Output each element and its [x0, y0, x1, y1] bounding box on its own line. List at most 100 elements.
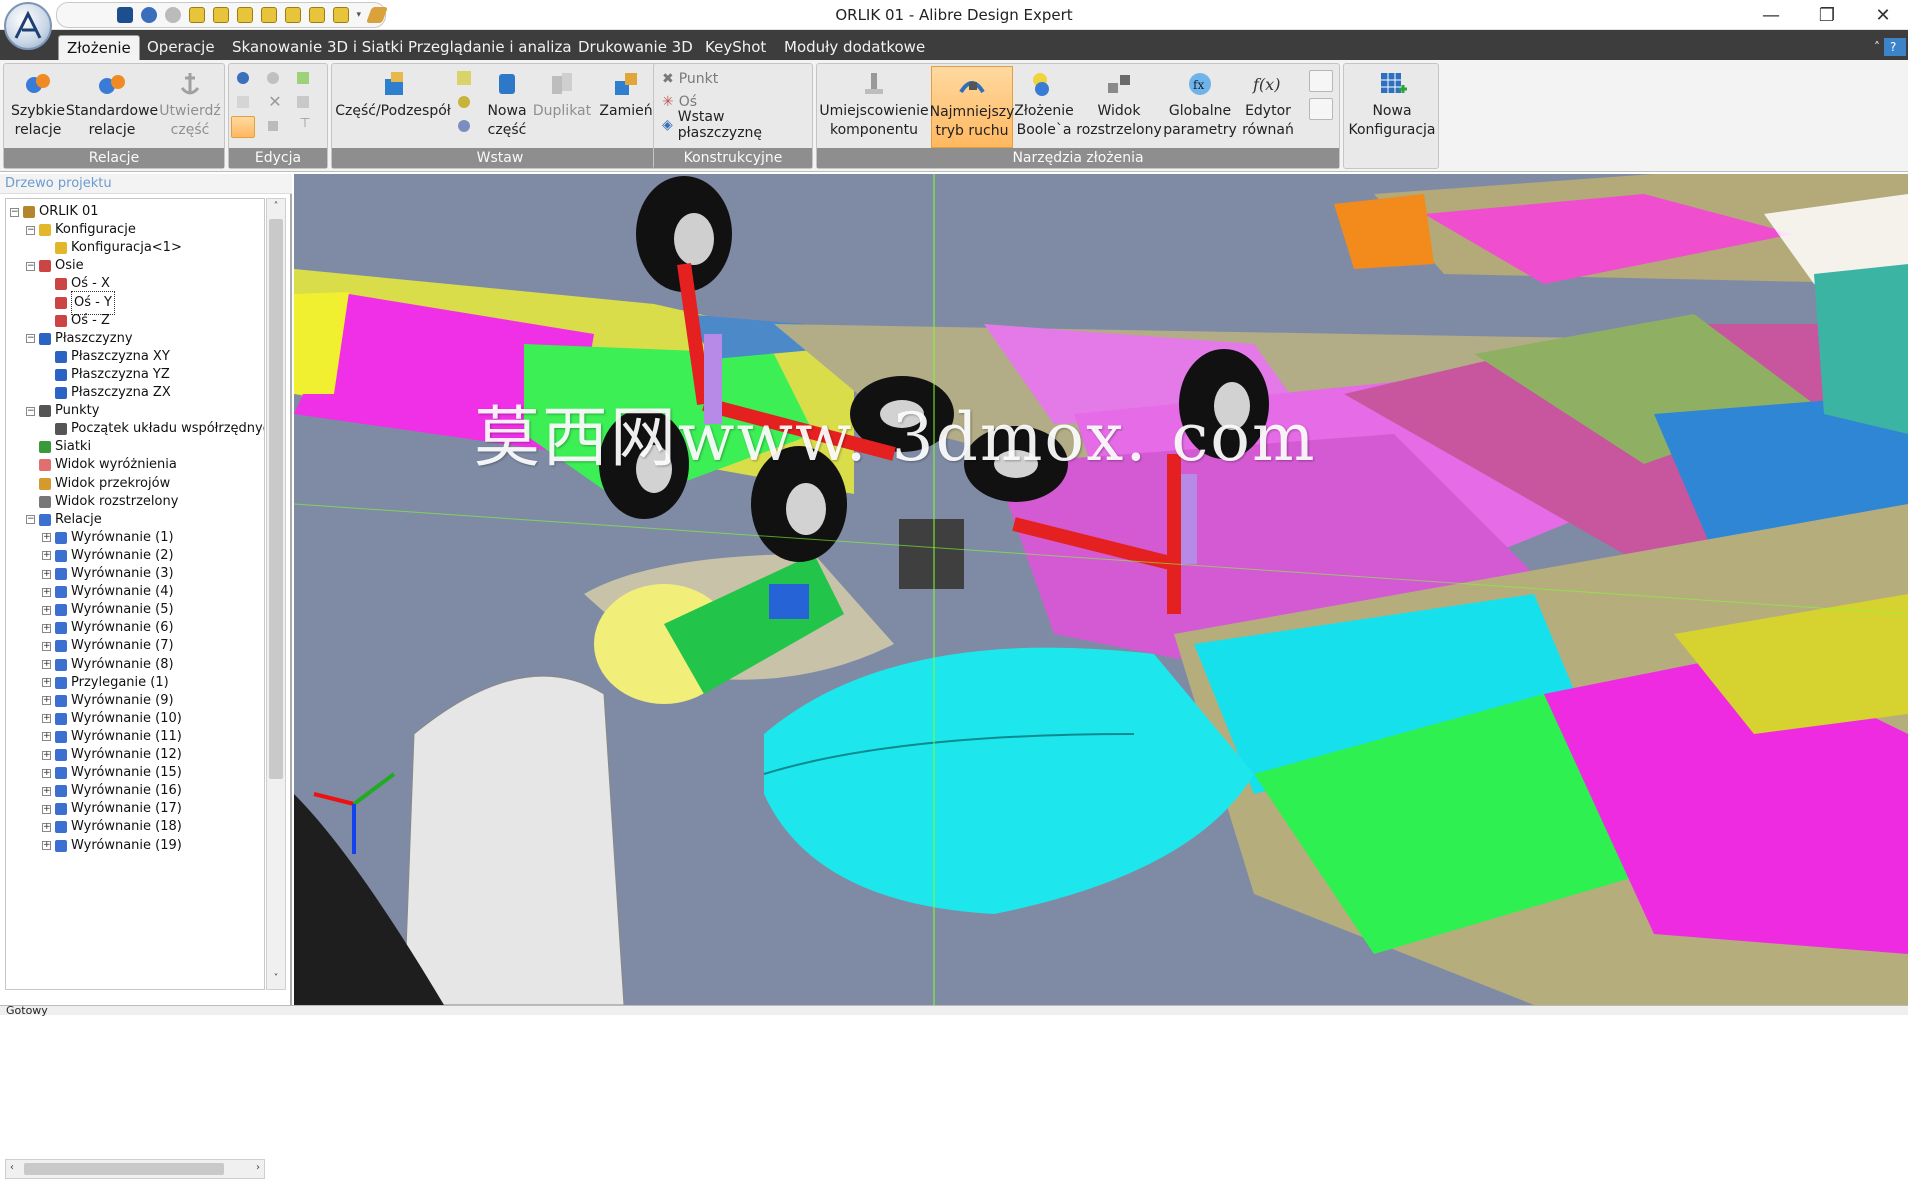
- constraint-icon: [55, 839, 67, 852]
- quick-constraints-button[interactable]: Szybkie relacje: [7, 66, 69, 148]
- cube-view-back-icon[interactable]: [308, 7, 325, 23]
- minimize-button[interactable]: —: [1748, 0, 1794, 30]
- aux-tool-icon[interactable]: [1309, 70, 1333, 92]
- expand-toggle-icon[interactable]: −: [26, 406, 35, 416]
- expand-toggle-icon[interactable]: −: [26, 225, 35, 235]
- scroll-left-icon[interactable]: ‹: [10, 1162, 14, 1173]
- cube-view-iso-icon[interactable]: [284, 7, 301, 23]
- mirror-icon[interactable]: [454, 116, 478, 138]
- global-parameters-button[interactable]: fx Globalne parametry: [1163, 66, 1237, 148]
- insert-plane-button[interactable]: ◈ Wstaw płaszczyznę: [662, 109, 812, 141]
- expand-toggle-icon[interactable]: +: [42, 804, 51, 814]
- copy-icon[interactable]: [233, 92, 257, 114]
- cube-view-icon[interactable]: [188, 7, 205, 23]
- tab-przegladanie[interactable]: Przeglądanie i analiza: [400, 35, 580, 60]
- expand-toggle-icon[interactable]: −: [26, 261, 35, 271]
- close-button[interactable]: ✕: [1860, 0, 1906, 30]
- 3d-viewport[interactable]: 莫西网www. 3dmox. com: [294, 174, 1908, 1005]
- sketch-pen-icon[interactable]: [366, 7, 388, 23]
- edit-green-icon[interactable]: [293, 68, 317, 90]
- maximize-button[interactable]: ❐: [1804, 0, 1850, 30]
- pattern-icon[interactable]: [454, 68, 478, 90]
- suppress-icon[interactable]: [263, 116, 287, 138]
- app-logo-button[interactable]: [4, 2, 52, 50]
- cube-view-top-icon[interactable]: [236, 7, 253, 23]
- tab-operacje[interactable]: Operacje: [139, 35, 223, 60]
- exploded-view-icon: [1108, 75, 1130, 93]
- expand-toggle-icon[interactable]: +: [42, 641, 51, 651]
- expand-toggle-icon[interactable]: +: [42, 533, 51, 543]
- save-icon[interactable]: [116, 7, 133, 23]
- tree-node[interactable]: + Wyrównanie (19): [42, 835, 182, 857]
- view-options-icon[interactable]: [332, 7, 349, 23]
- expand-toggle-icon[interactable]: +: [42, 660, 51, 669]
- tab-keyshot[interactable]: KeyShot: [697, 35, 774, 60]
- new-configuration-button[interactable]: Nowa Konfiguracja: [1348, 66, 1436, 148]
- mesh-icon: [39, 441, 51, 454]
- duplicate-button[interactable]: Duplikat: [532, 66, 592, 148]
- replace-label: Zamień: [599, 103, 653, 119]
- tree-vertical-scrollbar[interactable]: ˄ ˅: [266, 198, 286, 990]
- redo-icon[interactable]: [164, 7, 181, 23]
- insert-point-label: Punkt: [678, 71, 719, 87]
- scroll-right-icon[interactable]: ›: [256, 1162, 260, 1173]
- insert-point-button[interactable]: ✖ Punkt: [662, 69, 718, 89]
- tab-zlozenie[interactable]: Złożenie: [58, 35, 140, 60]
- hscroll-thumb[interactable]: [24, 1163, 224, 1175]
- expand-toggle-icon[interactable]: +: [42, 732, 51, 742]
- expand-toggle-icon[interactable]: +: [42, 678, 51, 688]
- equation-editor-button[interactable]: f(x) Edytor równań: [1237, 66, 1299, 148]
- aux-tool2-icon[interactable]: [1309, 98, 1333, 120]
- new-part-button[interactable]: Nowa część: [482, 66, 532, 148]
- scroll-down-icon[interactable]: ˅: [269, 973, 283, 987]
- place-component-label: Umiejscowienie komponentu: [819, 103, 929, 138]
- edit-gray-icon[interactable]: [263, 68, 287, 90]
- tree-horizontal-scrollbar[interactable]: ‹ ›: [5, 1159, 265, 1179]
- expand-toggle-icon[interactable]: +: [42, 768, 51, 778]
- replace-button[interactable]: Zamień: [594, 66, 658, 148]
- scroll-up-icon[interactable]: ˄: [269, 201, 283, 215]
- tab-skanowanie[interactable]: Skanowanie 3D i Siatki: [224, 35, 411, 60]
- standard-constraints-button[interactable]: Standardowe relacje: [66, 66, 158, 148]
- expand-toggle-icon[interactable]: +: [42, 696, 51, 706]
- assembly-model-render[interactable]: [294, 174, 1908, 1005]
- edit-blue-icon[interactable]: [233, 68, 257, 90]
- qat-dropdown-icon[interactable]: ▾: [357, 10, 362, 20]
- insert-part-button[interactable]: Część/Podzespół: [335, 66, 451, 148]
- expand-toggle-icon[interactable]: +: [42, 714, 51, 724]
- watermark-text: 莫西网www. 3dmox. com: [474, 399, 1317, 476]
- paste-icon[interactable]: [293, 92, 317, 114]
- tab-drukowanie[interactable]: Drukowanie 3D: [570, 35, 701, 60]
- place-component-button[interactable]: Umiejscowienie komponentu: [819, 66, 929, 148]
- delete-icon[interactable]: ✕: [263, 92, 287, 114]
- expand-toggle-icon[interactable]: +: [42, 587, 51, 597]
- expand-toggle-icon[interactable]: +: [42, 786, 51, 796]
- expand-toggle-icon[interactable]: −: [10, 207, 19, 217]
- cube-view-front-icon[interactable]: [212, 7, 229, 23]
- boolean-assembly-button[interactable]: Złożenie Boole`a: [1014, 66, 1074, 148]
- cube-view-right-icon[interactable]: [260, 7, 277, 23]
- scroll-thumb[interactable]: [269, 219, 283, 779]
- minimal-motion-button[interactable]: Najmniejszy tryb ruchu: [930, 66, 1014, 148]
- anchor-part-button[interactable]: Utwierdź część: [158, 66, 222, 148]
- expand-toggle-icon[interactable]: +: [42, 750, 51, 760]
- constraint-icon: [55, 694, 67, 707]
- gear-icon[interactable]: [454, 92, 478, 114]
- expand-toggle-icon[interactable]: +: [42, 841, 51, 850]
- tab-moduly[interactable]: Moduły dodatkowe: [776, 35, 933, 60]
- undo-icon[interactable]: [140, 7, 157, 23]
- expand-toggle-icon[interactable]: +: [42, 822, 51, 832]
- constraint-icon: [55, 803, 67, 816]
- filter-icon[interactable]: ⊤: [293, 116, 317, 138]
- axis-icon: [55, 314, 67, 327]
- expand-toggle-icon[interactable]: +: [42, 623, 51, 633]
- expand-toggle-icon[interactable]: −: [26, 334, 35, 344]
- help-icon[interactable]: ?: [1884, 38, 1906, 56]
- expand-toggle-icon[interactable]: +: [42, 551, 51, 561]
- expand-toggle-icon[interactable]: +: [42, 569, 51, 579]
- group-title-narzedzia: Narzędzia złożenia: [817, 148, 1339, 168]
- expand-toggle-icon[interactable]: −: [26, 515, 35, 525]
- expand-toggle-icon[interactable]: +: [42, 605, 51, 615]
- drag-icon[interactable]: [231, 116, 255, 138]
- exploded-view-button[interactable]: Widok rozstrzelony: [1075, 66, 1163, 148]
